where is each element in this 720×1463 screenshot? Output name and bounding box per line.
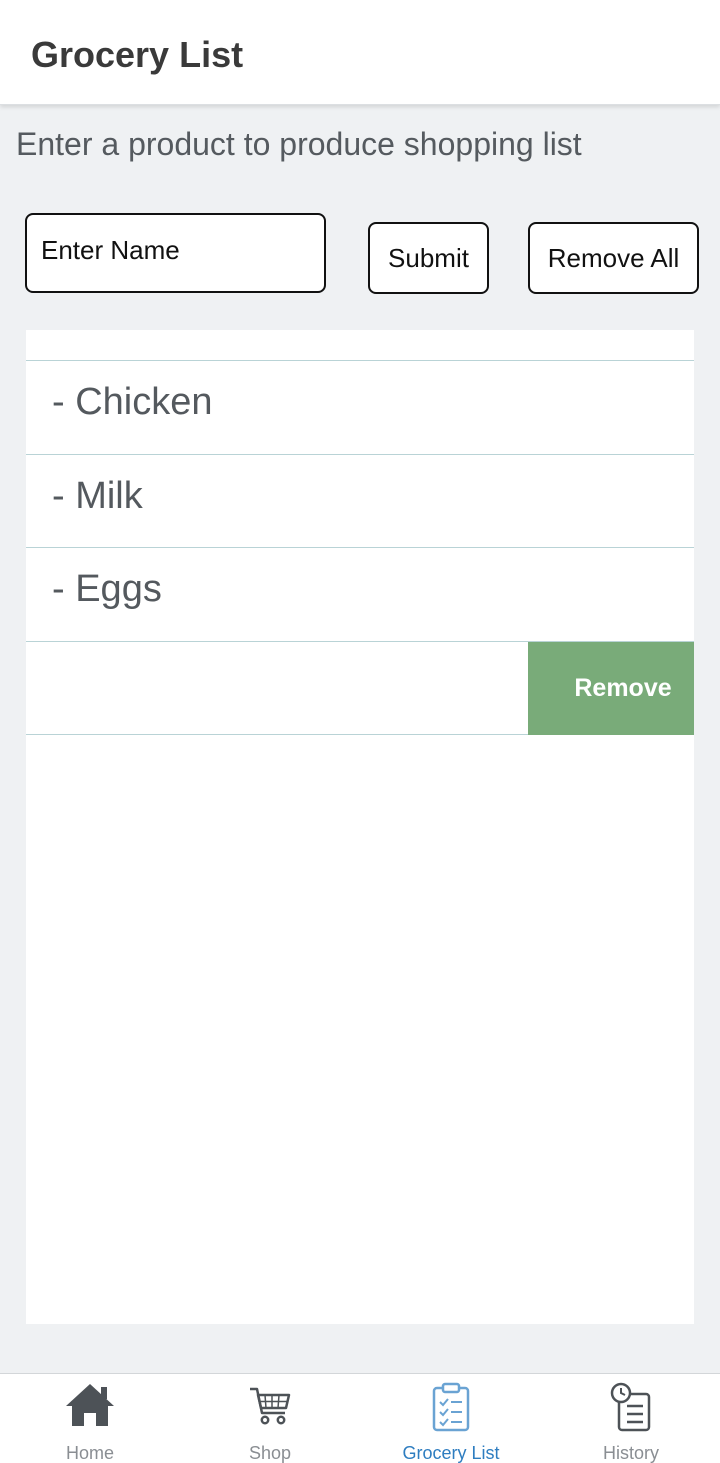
swiped-list-item[interactable]: Remove [26, 641, 694, 735]
bottom-tab-bar: Home Shop Grocery List History [0, 1373, 720, 1463]
tab-home[interactable]: Home [0, 1374, 180, 1463]
list-item[interactable]: - Chicken [26, 360, 694, 454]
list-item-label: - Milk [52, 475, 143, 517]
clipboard-checklist-icon [432, 1382, 470, 1432]
product-name-input[interactable] [25, 213, 326, 293]
instructions-text: Enter a product to produce shopping list [16, 126, 582, 162]
list-item-label: - Eggs [52, 568, 162, 610]
list-item-label: - Chicken [52, 381, 213, 423]
tab-label: Shop [248, 1443, 292, 1463]
page-title: Grocery List [31, 34, 244, 75]
app-header: Grocery List [0, 0, 720, 105]
grocery-list: - Chicken - Milk - Eggs Remove [26, 330, 694, 1324]
tab-label: History [602, 1443, 659, 1463]
home-icon [66, 1384, 114, 1426]
tab-label: Home [65, 1443, 114, 1463]
remove-item-button[interactable]: Remove [528, 642, 694, 735]
cart-icon [250, 1387, 291, 1425]
tab-history[interactable]: History [541, 1374, 720, 1463]
list-item[interactable]: - Eggs [26, 547, 694, 641]
list-item[interactable]: - Milk [26, 454, 694, 548]
history-list-icon [610, 1382, 651, 1432]
tab-grocery-list[interactable]: Grocery List [361, 1374, 541, 1463]
app-screen: Grocery List Enter a product to produce … [0, 0, 720, 1463]
remove-all-button[interactable]: Remove All [528, 222, 699, 294]
tab-label: Grocery List [402, 1443, 500, 1463]
submit-button[interactable]: Submit [368, 222, 489, 294]
tab-shop[interactable]: Shop [180, 1374, 360, 1463]
